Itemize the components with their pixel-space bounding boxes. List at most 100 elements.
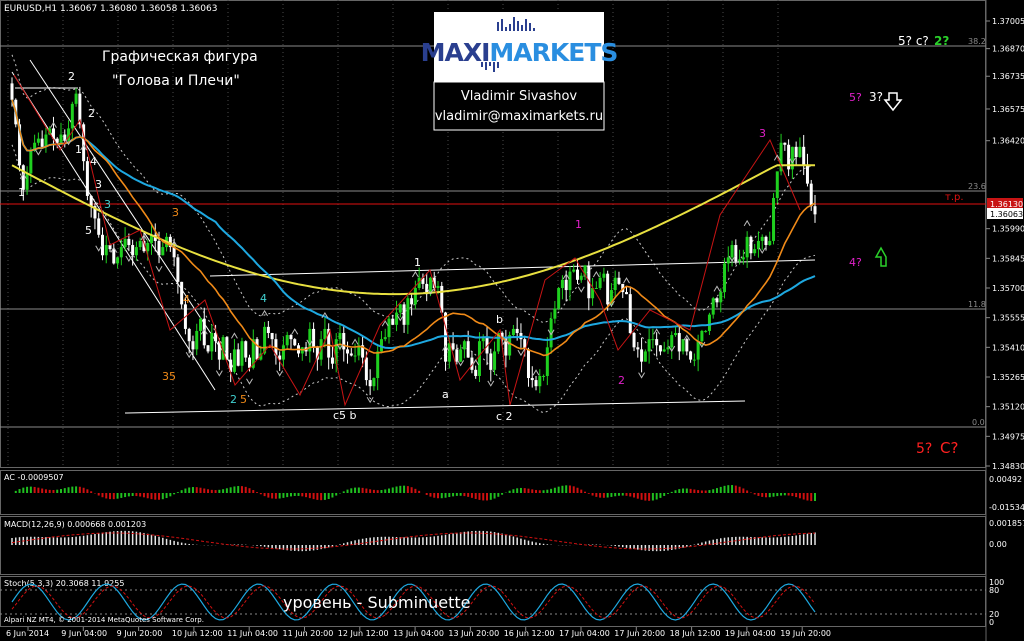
fib-23-label: 23.6 xyxy=(968,182,986,191)
candle-body xyxy=(741,257,745,260)
candle-body xyxy=(707,314,711,331)
chart-symbol-header: EURUSD,H1 1.36067 1.36080 1.36058 1.3606… xyxy=(4,4,217,14)
stoch-tick-80: 80 xyxy=(989,586,999,595)
candle-body xyxy=(289,335,293,340)
candle-body xyxy=(538,375,542,387)
candle-body xyxy=(662,349,666,352)
candle-body xyxy=(628,294,632,334)
candle-body xyxy=(410,298,414,305)
price-tick-label: 1.35845 xyxy=(992,254,1024,263)
candle-body xyxy=(372,378,376,387)
candle-body xyxy=(462,341,466,350)
candle-body xyxy=(97,218,101,235)
candle-body xyxy=(402,304,406,325)
maximarkets-logo: MAXIMARKETS Vladimir Sivashov vladimir@m… xyxy=(421,12,618,131)
fib-11-label: 11.8 xyxy=(968,300,986,309)
wave-label: a xyxy=(442,388,449,401)
candle-body xyxy=(598,277,602,288)
candle-body xyxy=(636,347,640,350)
candle-body xyxy=(493,351,497,370)
wave-label: 2 xyxy=(230,393,237,406)
wave-label: 3 xyxy=(759,127,766,140)
candle-body xyxy=(594,288,598,289)
time-tick-label: 19 Jun 04:00 xyxy=(725,629,776,638)
price-tick-label: 1.36735 xyxy=(992,72,1024,81)
pattern-title-line1: Графическая фигура xyxy=(102,49,258,65)
candle-body xyxy=(489,353,493,370)
wave-label: 35 xyxy=(162,370,176,383)
mt4-chart-window[interactable]: MAXIMARKETS Vladimir Sivashov vladimir@m… xyxy=(0,0,1024,641)
candle-body xyxy=(474,369,478,376)
candle-body xyxy=(391,318,395,325)
copyright-text: Alpari NZ MT4, © 2001-2014 MetaQuotes So… xyxy=(4,616,204,624)
target-5-label: 5? xyxy=(849,91,862,104)
candle-body xyxy=(772,197,776,241)
resistance-price-text: 1.36130 xyxy=(990,200,1023,209)
price-tick-label: 1.35700 xyxy=(992,284,1024,293)
candle-body xyxy=(387,318,391,338)
candle-body xyxy=(809,183,813,207)
candle-body xyxy=(511,328,515,336)
candle-body xyxy=(560,279,564,288)
candle-body xyxy=(730,245,734,258)
candle-body xyxy=(805,165,809,184)
candle-body xyxy=(398,304,402,313)
candle-body xyxy=(406,298,410,325)
wave-label: 2 xyxy=(88,107,95,120)
candle-body xyxy=(89,195,93,207)
candle-body xyxy=(760,236,764,241)
candle-body xyxy=(157,240,161,256)
wave-label: 3 xyxy=(95,178,102,191)
candle-body xyxy=(632,333,636,348)
candle-body xyxy=(266,326,270,334)
candle-body xyxy=(674,333,678,336)
wave-label: b xyxy=(496,313,503,326)
wave-label: 4 xyxy=(183,293,190,306)
candle-body xyxy=(244,341,248,358)
logo-brand-text: MAXIMARKETS xyxy=(421,38,618,67)
candle-body xyxy=(557,288,561,309)
candle-body xyxy=(59,134,63,143)
target-c-red-label: C? xyxy=(940,439,958,457)
candle-body xyxy=(248,357,252,368)
wave-label: 1 xyxy=(75,143,82,156)
candle-body xyxy=(112,249,116,264)
candle-body xyxy=(575,269,579,280)
target-2-label: 2? xyxy=(934,34,949,48)
price-tick-label: 1.37005 xyxy=(992,17,1024,26)
candle-body xyxy=(312,328,316,348)
candle-body xyxy=(802,146,806,166)
candle-body xyxy=(568,271,572,291)
candle-body xyxy=(40,138,44,147)
candle-body xyxy=(146,242,150,252)
wave-label: 1 xyxy=(575,218,582,231)
subminuette-caption: уровень - Subminuette xyxy=(283,593,471,612)
ac-label: AC -0.0009507 xyxy=(4,473,64,482)
time-tick-label: 17 Jun 04:00 xyxy=(559,629,610,638)
pattern-title-line2: "Голова и Плечи" xyxy=(112,73,240,89)
candle-body xyxy=(346,349,350,354)
price-tick-label: 1.35555 xyxy=(992,314,1024,323)
candle-body xyxy=(625,292,629,295)
candle-body xyxy=(794,146,798,158)
macd-pane[interactable] xyxy=(0,516,986,575)
candle-body xyxy=(232,349,236,372)
candle-body xyxy=(240,341,244,366)
candle-body xyxy=(10,83,14,100)
candle-body xyxy=(368,380,372,387)
candle-body xyxy=(723,263,727,293)
author-email[interactable]: vladimir@maximarkets.ru xyxy=(435,109,603,124)
resistance-price-tag: 1.36130 xyxy=(987,198,1023,209)
time-tick-label: 13 Jun 20:00 xyxy=(448,629,499,638)
candle-body xyxy=(236,349,240,366)
target-4-label: 4? xyxy=(849,256,862,269)
ac-pane[interactable] xyxy=(0,470,986,515)
candle-body xyxy=(606,273,610,305)
wave-label: 4 xyxy=(90,155,97,168)
candle-body xyxy=(255,339,259,360)
price-tick-label: 1.35265 xyxy=(992,373,1024,382)
price-axis: 1.37005 1.36870 1.36735 1.36575 1.36420 1.359… xyxy=(986,17,1024,471)
candle-body xyxy=(436,285,440,288)
candle-body xyxy=(134,247,138,256)
price-tick-label: 1.36870 xyxy=(992,45,1024,54)
